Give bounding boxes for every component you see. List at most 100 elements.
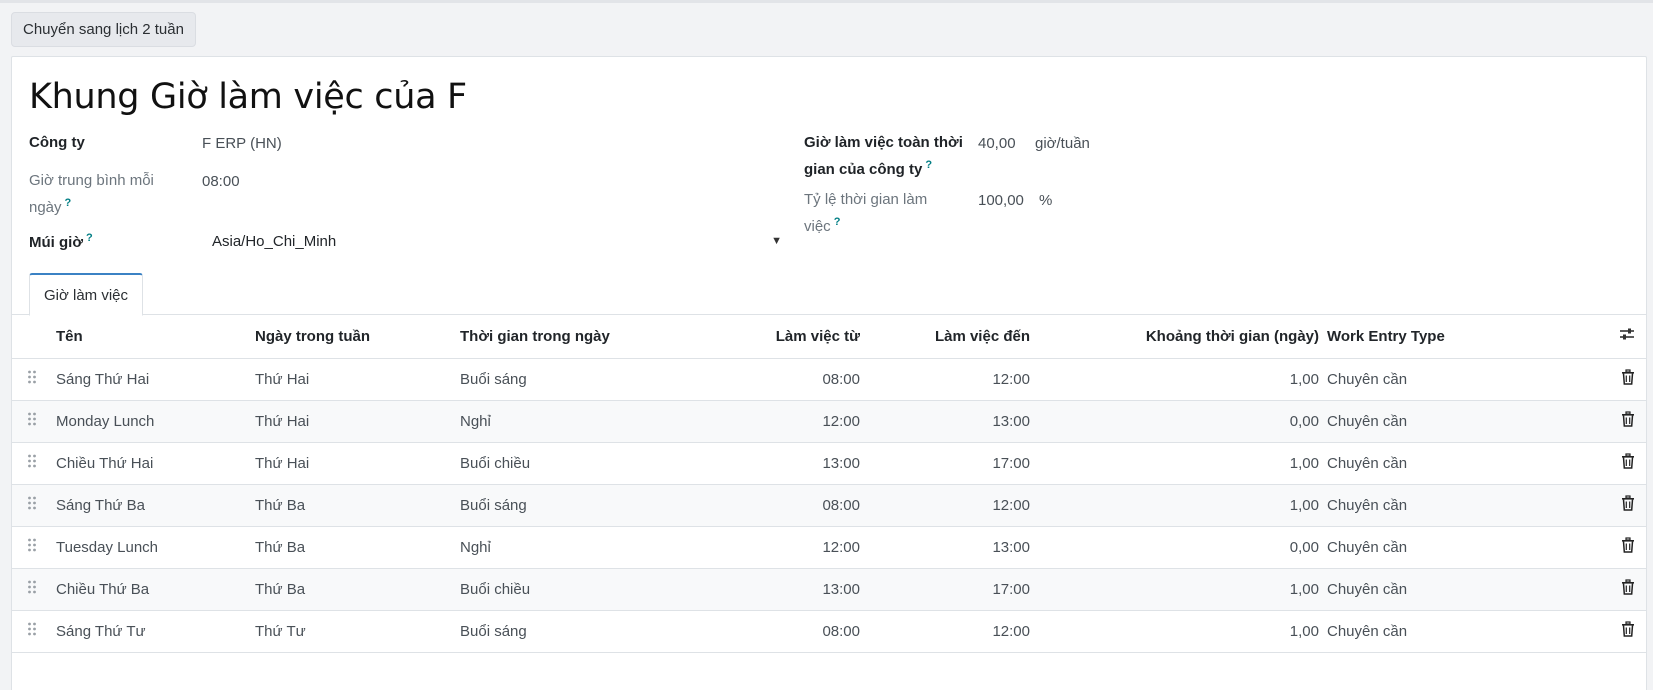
header-work-entry-type[interactable]: Work Entry Type [1323,315,1503,359]
avg-hours-label: Giờ trung bình mỗi ngày? [29,170,179,219]
sliders-icon[interactable] [1619,327,1635,341]
cell-hour-from[interactable]: 08:00 [714,358,864,401]
drag-handle-icon[interactable] [12,568,52,611]
cell-period[interactable]: Buổi sáng [456,484,714,527]
cell-dayofweek[interactable]: Thứ Hai [251,442,456,485]
table-row[interactable]: Sáng Thứ Hai Thứ Hai Buổi sáng 08:00 12:00 1,… [12,358,1646,401]
cell-duration[interactable]: 1,00 [1034,358,1323,401]
help-icon[interactable]: ? [86,232,93,244]
cell-hour-from[interactable]: 08:00 [714,484,864,527]
attendance-table: Tên Ngày trong tuần Thời gian trong ngày… [12,315,1646,653]
cell-period[interactable]: Buổi sáng [456,358,714,401]
cell-name[interactable]: Chiều Thứ Hai [52,442,251,485]
cell-delete [1503,568,1646,611]
header-name[interactable]: Tên [52,315,251,359]
trash-icon[interactable] [1621,621,1635,637]
cell-hour-to[interactable]: 12:00 [864,358,1034,401]
cell-name[interactable]: Monday Lunch [52,400,251,443]
drag-handle-icon[interactable] [12,400,52,443]
trash-icon[interactable] [1621,495,1635,511]
cell-work-entry-type[interactable]: Chuyên cần [1323,526,1503,569]
drag-handle-icon[interactable] [12,526,52,569]
help-icon[interactable]: ? [65,197,72,209]
drag-handle-icon[interactable] [12,442,52,485]
header-handle [12,315,52,359]
table-row[interactable]: Chiều Thứ Ba Thứ Ba Buổi chiều 13:00 17:00 1,… [12,568,1646,611]
cell-period[interactable]: Nghỉ [456,526,714,569]
cell-delete [1503,400,1646,443]
switch-two-week-button[interactable]: Chuyển sang lịch 2 tuần [11,12,196,47]
cell-duration[interactable]: 0,00 [1034,526,1323,569]
cell-hour-to[interactable]: 12:00 [864,484,1034,527]
table-row[interactable]: Sáng Thứ Ba Thứ Ba Buổi sáng 08:00 12:00 1,00… [12,484,1646,527]
header-hour-to[interactable]: Làm việc đến [864,315,1034,359]
tab-working-hours[interactable]: Giờ làm việc [29,273,143,316]
cell-work-entry-type[interactable]: Chuyên cần [1323,568,1503,611]
cell-work-entry-type[interactable]: Chuyên cần [1323,358,1503,401]
drag-handle-icon[interactable] [12,484,52,527]
drag-handle-icon[interactable] [12,610,52,653]
cell-dayofweek[interactable]: Thứ Ba [251,568,456,611]
cell-name[interactable]: Sáng Thứ Ba [52,484,251,527]
cell-hour-from[interactable]: 12:00 [714,526,864,569]
cell-name[interactable]: Chiều Thứ Ba [52,568,251,611]
cell-name[interactable]: Sáng Thứ Tư [52,610,251,653]
timezone-select[interactable]: Asia/Ho_Chi_Minh ▼ [212,230,782,256]
page-title[interactable]: Khung Giờ làm việc của F [29,77,467,117]
drag-handle-icon[interactable] [12,358,52,401]
avg-hours-field[interactable]: 08:00 [202,171,240,193]
table-row[interactable]: Tuesday Lunch Thứ Ba Nghỉ 12:00 13:00 0,00 Chu… [12,526,1646,569]
trash-icon[interactable] [1621,537,1635,553]
company-label: Công ty [29,134,85,151]
cell-duration[interactable]: 1,00 [1034,442,1323,485]
cell-work-entry-type[interactable]: Chuyên cần [1323,610,1503,653]
cell-hour-from[interactable]: 08:00 [714,610,864,653]
notebook-tabs: Giờ làm việc [12,273,1646,316]
cell-dayofweek[interactable]: Thứ Hai [251,358,456,401]
cell-delete [1503,358,1646,401]
trash-icon[interactable] [1621,369,1635,385]
cell-period[interactable]: Buổi chiều [456,568,714,611]
trash-icon[interactable] [1621,411,1635,427]
cell-hour-to[interactable]: 17:00 [864,568,1034,611]
fulltime-hours-field[interactable]: 40,00 [978,133,1016,155]
cell-period[interactable]: Buổi chiều [456,442,714,485]
cell-hour-to[interactable]: 13:00 [864,526,1034,569]
cell-hour-to[interactable]: 12:00 [864,610,1034,653]
cell-dayofweek[interactable]: Thứ Ba [251,484,456,527]
table-row[interactable]: Sáng Thứ Tư Thứ Tư Buổi sáng 08:00 12:00 1,00… [12,610,1646,653]
cell-work-entry-type[interactable]: Chuyên cần [1323,442,1503,485]
cell-work-entry-type[interactable]: Chuyên cần [1323,400,1503,443]
cell-delete [1503,610,1646,653]
caret-down-icon[interactable]: ▼ [771,235,782,247]
trash-icon[interactable] [1621,579,1635,595]
cell-duration[interactable]: 1,00 [1034,568,1323,611]
header-dayofweek[interactable]: Ngày trong tuần [251,315,456,359]
table-row[interactable]: Monday Lunch Thứ Hai Nghỉ 12:00 13:00 0,00 Chu… [12,400,1646,443]
cell-hour-from[interactable]: 13:00 [714,568,864,611]
cell-dayofweek[interactable]: Thứ Tư [251,610,456,653]
cell-dayofweek[interactable]: Thứ Hai [251,400,456,443]
cell-period[interactable]: Nghỉ [456,400,714,443]
header-period[interactable]: Thời gian trong ngày [456,315,714,359]
help-icon[interactable]: ? [834,216,841,228]
help-icon[interactable]: ? [925,159,932,171]
cell-duration[interactable]: 1,00 [1034,610,1323,653]
trash-icon[interactable] [1621,453,1635,469]
cell-dayofweek[interactable]: Thứ Ba [251,526,456,569]
cell-name[interactable]: Sáng Thứ Hai [52,358,251,401]
rate-field[interactable]: 100,00 [978,190,1024,212]
cell-duration[interactable]: 0,00 [1034,400,1323,443]
cell-duration[interactable]: 1,00 [1034,484,1323,527]
header-duration[interactable]: Khoảng thời gian (ngày) [1034,315,1323,359]
cell-hour-to[interactable]: 13:00 [864,400,1034,443]
company-field[interactable]: F ERP (HN) [202,133,282,155]
cell-hour-from[interactable]: 13:00 [714,442,864,485]
header-hour-from[interactable]: Làm việc từ [714,315,864,359]
cell-work-entry-type[interactable]: Chuyên cần [1323,484,1503,527]
cell-name[interactable]: Tuesday Lunch [52,526,251,569]
cell-period[interactable]: Buổi sáng [456,610,714,653]
cell-hour-from[interactable]: 12:00 [714,400,864,443]
table-row[interactable]: Chiều Thứ Hai Thứ Hai Buổi chiều 13:00 17:00… [12,442,1646,485]
cell-hour-to[interactable]: 17:00 [864,442,1034,485]
